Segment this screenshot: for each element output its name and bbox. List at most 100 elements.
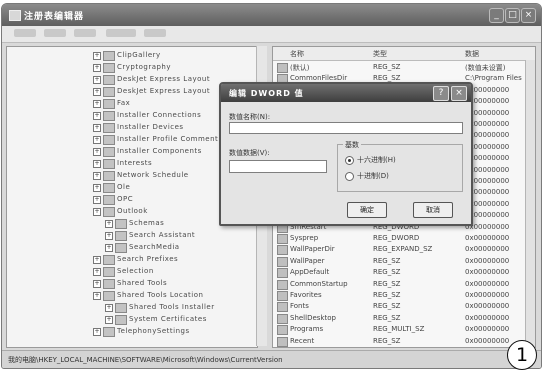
value-data-cell: 0x00000000 bbox=[465, 336, 510, 345]
folder-icon bbox=[103, 123, 115, 133]
tree-item-label: Installer Connections bbox=[117, 111, 202, 119]
value-row[interactable]: Favorites REG_SZ 0x00000000 bbox=[273, 290, 535, 301]
menu-file[interactable] bbox=[14, 29, 36, 37]
cancel-button[interactable]: 取消 bbox=[413, 202, 453, 218]
value-data-cell: 0x00000000 bbox=[465, 302, 510, 311]
tree-item-label: Shared Tools Installer bbox=[129, 303, 215, 311]
registry-app-icon bbox=[9, 10, 21, 21]
expand-toggle-icon[interactable]: + bbox=[93, 208, 101, 216]
expand-toggle-icon[interactable]: + bbox=[93, 268, 101, 276]
value-row[interactable]: Sysprep REG_DWORD 0x00000000 bbox=[273, 233, 535, 244]
value-type-icon bbox=[277, 302, 288, 313]
value-name-label: 数值名称(N): bbox=[229, 113, 271, 121]
dialog-title-bar[interactable]: 编辑 DWORD 值 ? × bbox=[221, 84, 471, 102]
close-button[interactable]: × bbox=[521, 8, 536, 23]
value-type-cell: REG_EXPAND_SZ bbox=[373, 245, 433, 254]
value-data-cell: 0x00000000 bbox=[465, 325, 510, 334]
folder-icon bbox=[103, 255, 115, 265]
menu-edit[interactable] bbox=[44, 29, 66, 37]
folder-icon bbox=[103, 87, 115, 97]
value-name-cell: WallPaperDir bbox=[290, 245, 335, 254]
folder-icon bbox=[103, 267, 115, 277]
tree-item-label: Schemas bbox=[129, 219, 165, 227]
menu-bar bbox=[2, 26, 541, 43]
expand-toggle-icon[interactable]: + bbox=[105, 244, 113, 252]
tree-item-label: Network Schedule bbox=[117, 171, 189, 179]
tree-item-label: Ole bbox=[117, 183, 131, 191]
expand-toggle-icon[interactable]: + bbox=[93, 280, 101, 288]
value-row[interactable]: WallPaperDir REG_EXPAND_SZ 0x00000000 bbox=[273, 244, 535, 256]
folder-icon bbox=[103, 99, 115, 109]
value-name-cell: (默认) bbox=[290, 64, 310, 72]
column-header-type[interactable]: 类型 bbox=[373, 49, 387, 59]
menu-favorites[interactable] bbox=[106, 29, 136, 37]
tree-item-label: Installer Devices bbox=[117, 123, 184, 131]
folder-icon bbox=[103, 135, 115, 145]
tree-item-label: Outlook bbox=[117, 207, 148, 215]
expand-toggle-icon[interactable]: + bbox=[93, 196, 101, 204]
folder-icon bbox=[103, 183, 115, 193]
expand-toggle-icon[interactable]: + bbox=[105, 220, 113, 228]
value-type-cell: REG_SZ bbox=[373, 63, 401, 71]
tree-item-label: Shared Tools Location bbox=[117, 291, 204, 299]
dialog-close-button[interactable]: × bbox=[451, 86, 467, 101]
expand-toggle-icon[interactable]: + bbox=[93, 160, 101, 168]
value-row[interactable]: ShellDesktop REG_SZ 0x00000000 bbox=[273, 313, 535, 324]
expand-toggle-icon[interactable]: + bbox=[93, 148, 101, 156]
expand-toggle-icon[interactable]: + bbox=[93, 328, 101, 336]
expand-toggle-icon[interactable]: + bbox=[93, 100, 101, 108]
expand-toggle-icon[interactable]: + bbox=[93, 292, 101, 300]
value-name-cell: Favorites bbox=[290, 291, 322, 299]
value-type-icon bbox=[277, 291, 288, 301]
maximize-button[interactable]: □ bbox=[505, 8, 520, 23]
value-data-input[interactable] bbox=[229, 160, 327, 173]
title-bar[interactable]: 注册表编辑器 _ □ × bbox=[2, 4, 541, 26]
expand-toggle-icon[interactable]: + bbox=[93, 112, 101, 120]
expand-toggle-icon[interactable]: + bbox=[105, 304, 113, 312]
tree-item-label: Installer Components bbox=[117, 147, 202, 155]
folder-icon bbox=[103, 111, 115, 121]
expand-toggle-icon[interactable]: + bbox=[93, 64, 101, 72]
expand-toggle-icon[interactable]: + bbox=[93, 88, 101, 96]
radio-decimal[interactable] bbox=[345, 172, 354, 181]
folder-icon bbox=[103, 51, 115, 61]
value-row[interactable]: AppDefault REG_SZ 0x00000000 bbox=[273, 267, 535, 279]
expand-toggle-icon[interactable]: + bbox=[93, 124, 101, 132]
tree-item-label: DeskJet Express Layout bbox=[117, 87, 211, 95]
value-name-field[interactable] bbox=[229, 122, 463, 134]
expand-toggle-icon[interactable]: + bbox=[93, 172, 101, 180]
expand-toggle-icon[interactable]: + bbox=[93, 76, 101, 84]
help-button[interactable]: ? bbox=[433, 86, 449, 101]
value-row[interactable]: CommonStartup REG_SZ 0x00000000 bbox=[273, 279, 535, 290]
value-type-icon bbox=[277, 268, 288, 279]
value-data-cell: 0x00000000 bbox=[465, 279, 510, 288]
value-row[interactable]: WallPaper REG_SZ 0x00000000 bbox=[273, 256, 535, 267]
minimize-button[interactable]: _ bbox=[489, 8, 504, 23]
menu-help[interactable] bbox=[144, 29, 166, 37]
expand-toggle-icon[interactable]: + bbox=[93, 184, 101, 192]
value-row[interactable]: Programs REG_MULTI_SZ 0x00000000 bbox=[273, 324, 535, 336]
value-type-cell: REG_SZ bbox=[373, 279, 401, 288]
value-type-icon bbox=[277, 63, 288, 73]
value-row[interactable]: (默认) REG_SZ (数值未设置) bbox=[273, 62, 535, 73]
folder-icon bbox=[103, 171, 115, 181]
menu-view[interactable] bbox=[74, 29, 96, 37]
expand-toggle-icon[interactable]: + bbox=[93, 52, 101, 60]
radio-hexadecimal[interactable] bbox=[345, 156, 354, 165]
column-header-data[interactable]: 数据 bbox=[465, 49, 479, 59]
value-row[interactable]: Recent REG_SZ 0x00000000 bbox=[273, 336, 535, 347]
tree-item-label: DeskJet Express Layout bbox=[117, 75, 211, 83]
expand-toggle-icon[interactable]: + bbox=[93, 256, 101, 264]
tree-item-label: Selection bbox=[117, 267, 154, 275]
expand-toggle-icon[interactable]: + bbox=[93, 136, 101, 144]
value-row[interactable]: Fonts REG_SZ 0x00000000 bbox=[273, 301, 535, 313]
column-header-name[interactable]: 名称 bbox=[290, 49, 304, 59]
ok-button[interactable]: 确定 bbox=[347, 202, 387, 218]
radio-hexadecimal-label: 十六进制(H) bbox=[357, 156, 396, 164]
value-name-cell: Fonts bbox=[290, 302, 309, 311]
value-type-cell: REG_SZ bbox=[373, 302, 401, 311]
tree-item-label: Cryptography bbox=[117, 63, 172, 71]
expand-toggle-icon[interactable]: + bbox=[105, 316, 113, 324]
expand-toggle-icon[interactable]: + bbox=[105, 232, 113, 240]
folder-icon bbox=[103, 327, 115, 337]
